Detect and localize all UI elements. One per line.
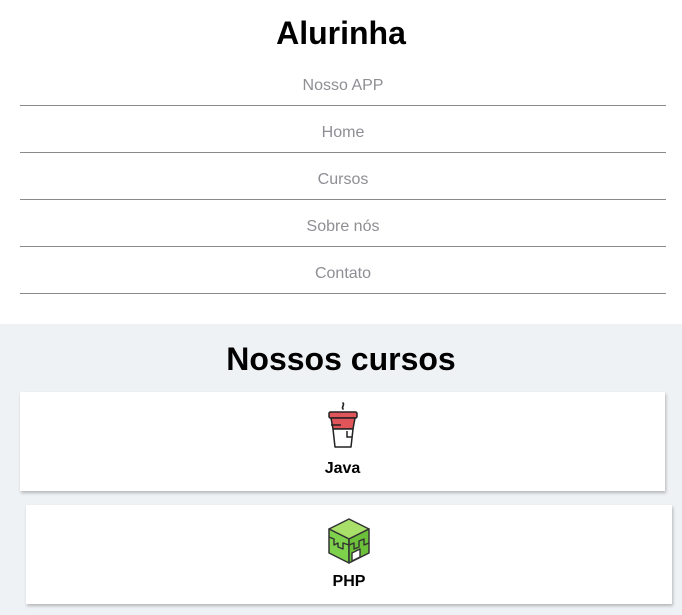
site-header: Alurinha Nosso APP Home Cursos Sobre nós… [0, 0, 682, 324]
php-cube-icon [326, 517, 372, 570]
nav-item-contato[interactable]: Contato [20, 247, 666, 294]
nav-link-contato[interactable]: Contato [315, 265, 371, 282]
nav-link-home[interactable]: Home [322, 124, 365, 141]
nav-link-nosso-app[interactable]: Nosso APP [303, 77, 384, 94]
courses-section: Nossos cursos Java PHP [0, 324, 682, 615]
course-card-java[interactable]: Java [20, 392, 665, 491]
nav-item-home[interactable]: Home [20, 106, 666, 153]
site-title: Alurinha [276, 15, 406, 51]
nav-item-cursos[interactable]: Cursos [20, 153, 666, 200]
nav-item-nosso-app[interactable]: Nosso APP [20, 59, 666, 106]
course-name-java: Java [324, 460, 361, 477]
course-name-php: PHP [332, 573, 366, 590]
courses-title: Nossos cursos [226, 341, 456, 377]
nav-link-sobre-nos[interactable]: Sobre nós [307, 218, 380, 235]
course-card-php[interactable]: PHP [26, 505, 672, 604]
main-nav: Nosso APP Home Cursos Sobre nós Contato [20, 59, 666, 294]
nav-item-sobre-nos[interactable]: Sobre nós [20, 200, 666, 247]
nav-link-cursos[interactable]: Cursos [318, 171, 369, 188]
java-cup-icon [325, 401, 361, 458]
